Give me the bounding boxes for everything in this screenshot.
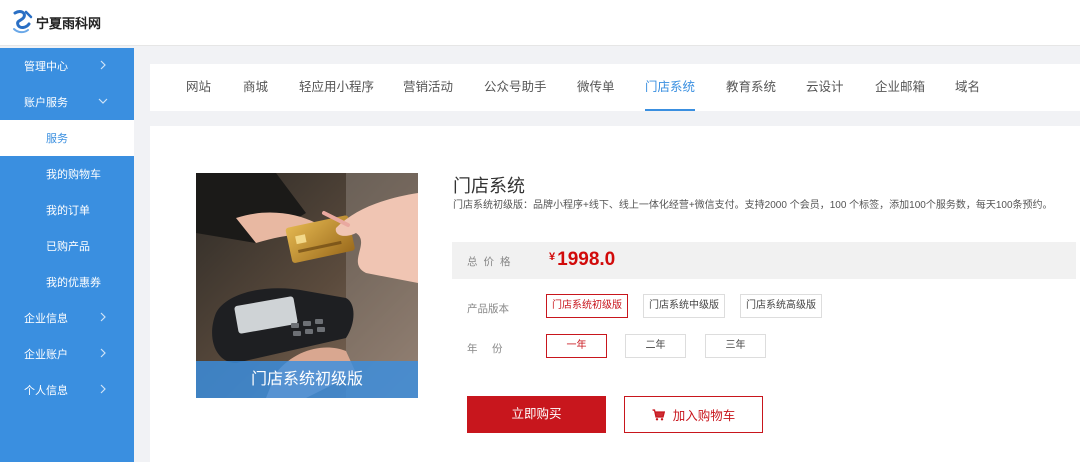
tab-cloud-design[interactable]: 云设计: [806, 64, 844, 111]
top-bar: 宁夏雨科网: [0, 0, 1080, 46]
tab-mall[interactable]: 商城: [243, 64, 268, 111]
tab-enterprise-email[interactable]: 企业邮箱: [875, 64, 925, 111]
tab-domain[interactable]: 域名: [955, 64, 980, 111]
version-label: 产品版本: [467, 303, 509, 315]
sidebar-item-label: 企业信息: [24, 313, 68, 325]
price-value: ¥1998.0: [549, 249, 615, 271]
chevron-right-icon: [100, 312, 106, 322]
logo-mark-icon: [13, 10, 33, 34]
tab-marketing[interactable]: 营销活动: [403, 64, 453, 111]
product-image-caption: 门店系统初级版: [196, 361, 418, 398]
price-amount: 1998.0: [557, 249, 616, 270]
logo[interactable]: 宁夏雨科网: [12, 9, 101, 35]
sidebar-item-purchased-products[interactable]: 已购产品: [0, 228, 134, 264]
sidebar-item-my-cart[interactable]: 我的购物车: [0, 156, 134, 192]
chevron-right-icon: [100, 348, 106, 358]
tab-wechat-assistant[interactable]: 公众号助手: [484, 64, 547, 111]
cart-icon: [652, 408, 665, 420]
logo-text: 宁夏雨科网: [36, 16, 102, 32]
sidebar: 管理中心 账户服务 服务 我的购物车 我的订单 已购产品 我的优惠券 企业信息 …: [0, 48, 134, 462]
currency-symbol: ¥: [549, 251, 556, 263]
product-image: 门店系统初级版: [196, 173, 418, 398]
year-option-1[interactable]: 一年: [546, 334, 607, 358]
price-label: 总价格: [467, 256, 517, 268]
sidebar-item-service[interactable]: 服务: [0, 120, 134, 156]
tab-website[interactable]: 网站: [186, 64, 211, 111]
tab-education-system[interactable]: 教育系统: [726, 64, 776, 111]
product-description: 门店系统初级版：品牌小程序+线下、线上一体化经营+微信支付。支持2000 个会员…: [453, 200, 1053, 211]
sidebar-item-account-service[interactable]: 账户服务: [0, 84, 134, 120]
sidebar-item-label: 企业账户: [24, 349, 68, 361]
product-title: 门店系统: [453, 176, 525, 196]
year-option-2[interactable]: 二年: [625, 334, 686, 358]
tab-mini-program[interactable]: 轻应用小程序: [299, 64, 374, 111]
tab-store-system[interactable]: 门店系统: [645, 64, 696, 111]
chevron-right-icon: [100, 60, 106, 70]
buy-now-button[interactable]: 立即购买: [467, 396, 606, 433]
chevron-right-icon: [100, 384, 106, 394]
year-option-3[interactable]: 三年: [705, 334, 766, 358]
version-option-basic[interactable]: 门店系统初级版: [546, 294, 628, 318]
sidebar-item-company-account[interactable]: 企业账户: [0, 336, 134, 372]
sidebar-item-company-info[interactable]: 企业信息: [0, 300, 134, 336]
year-label: 年 份: [467, 343, 505, 355]
sidebar-item-management-center[interactable]: 管理中心: [0, 48, 134, 84]
sidebar-item-label: 管理中心: [24, 61, 68, 73]
tab-micro-flyer[interactable]: 微传单: [577, 64, 615, 111]
add-to-cart-button[interactable]: 加入购物车: [624, 396, 763, 433]
sidebar-item-personal-info[interactable]: 个人信息: [0, 372, 134, 408]
version-option-intermediate[interactable]: 门店系统中级版: [643, 294, 725, 318]
sidebar-item-label: 个人信息: [24, 385, 68, 397]
add-to-cart-label: 加入购物车: [672, 409, 736, 423]
price-row: 总价格 ¥1998.0: [452, 242, 1076, 279]
sidebar-item-my-orders[interactable]: 我的订单: [0, 192, 134, 228]
version-option-advanced[interactable]: 门店系统高级版: [740, 294, 822, 318]
sidebar-item-my-coupons[interactable]: 我的优惠券: [0, 264, 134, 300]
product-tabs: 网站 商城 轻应用小程序 营销活动 公众号助手 微传单 门店系统 教育系统 云设…: [150, 64, 1080, 111]
chevron-down-icon: [98, 98, 108, 104]
sidebar-item-label: 账户服务: [24, 97, 68, 109]
